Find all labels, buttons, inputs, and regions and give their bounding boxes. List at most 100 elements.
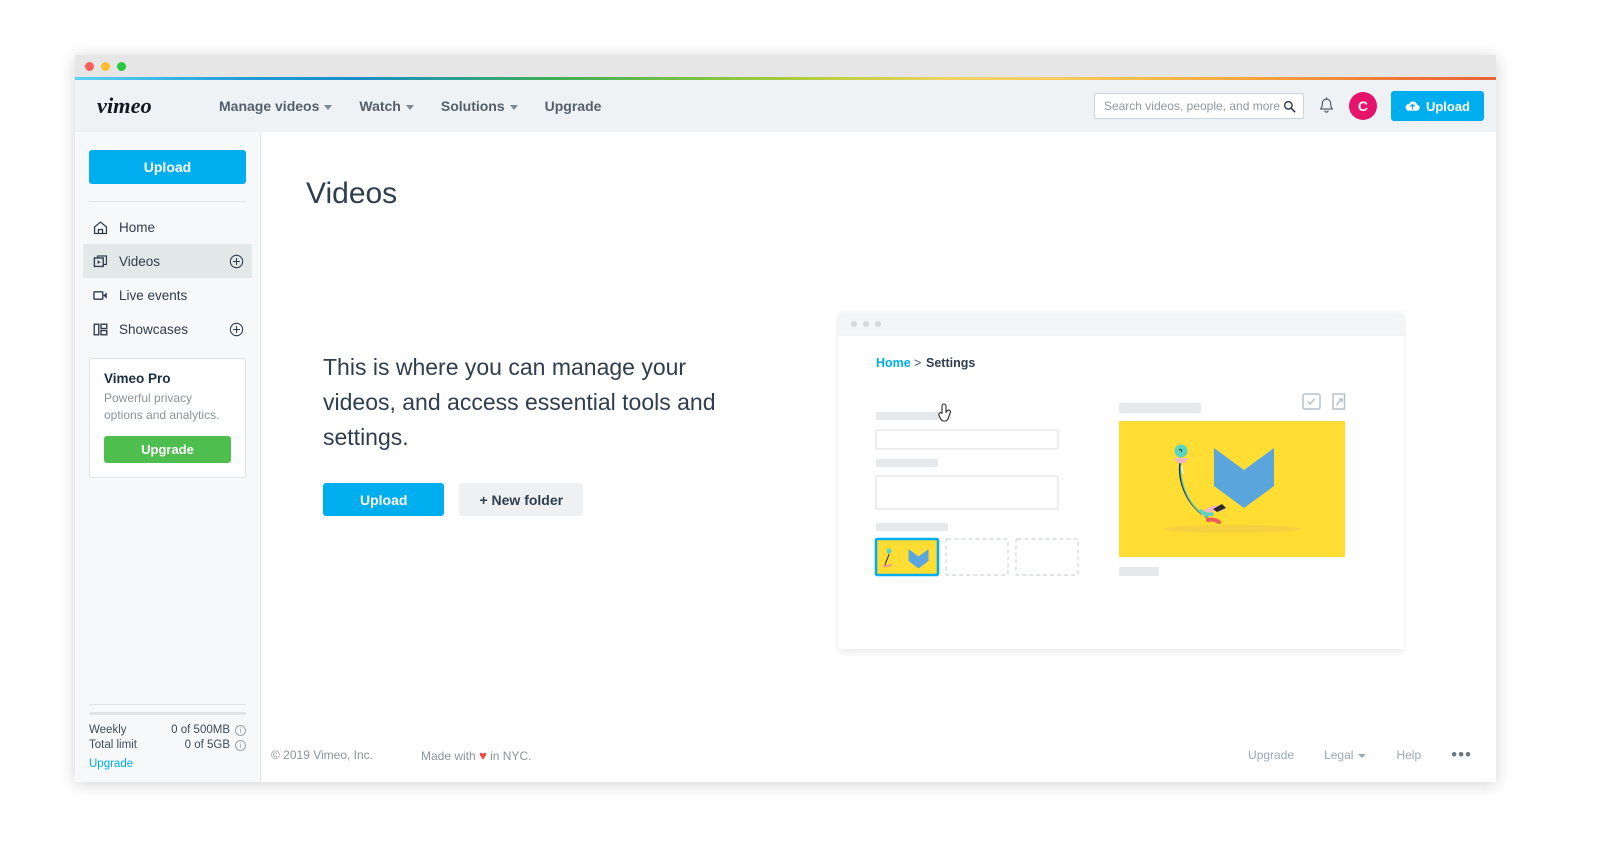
storage-row-weekly: Weekly 0 of 500MB i bbox=[89, 724, 246, 736]
body-container: Upload Home Videos Live events Showcases… bbox=[75, 132, 1496, 782]
illustration-breadcrumb-separator: > bbox=[914, 356, 921, 370]
storage-label: Total limit bbox=[89, 739, 137, 751]
nav-item-watch[interactable]: Watch bbox=[359, 98, 414, 114]
footer: © 2019 Vimeo, Inc. Made with ♥ in NYC. U… bbox=[261, 728, 1496, 782]
add-showcase-icon[interactable] bbox=[229, 322, 244, 337]
browser-window: vimeo Manage videos Watch Solutions Upgr… bbox=[75, 55, 1496, 782]
window-titlebar bbox=[75, 55, 1496, 77]
chevron-down-icon bbox=[509, 104, 518, 110]
panel-label-placeholder bbox=[1119, 403, 1201, 413]
mock-dot bbox=[851, 321, 857, 327]
pro-card-description: Powerful privacy options and analytics. bbox=[104, 391, 220, 423]
sidebar-item-videos[interactable]: Videos bbox=[83, 244, 252, 278]
search-box[interactable] bbox=[1093, 93, 1304, 119]
primary-nav: Manage videos Watch Solutions Upgrade bbox=[219, 98, 601, 114]
sidebar-item-label: Live events bbox=[119, 287, 188, 303]
footer-link-upgrade[interactable]: Upgrade bbox=[1248, 748, 1294, 762]
sidebar: Upload Home Videos Live events Showcases… bbox=[75, 132, 261, 782]
form-label-placeholder bbox=[876, 459, 938, 467]
storage-row-total: Total limit 0 of 5GB i bbox=[89, 739, 246, 751]
form-textarea-placeholder[interactable] bbox=[875, 475, 1059, 510]
nav-label: Upgrade bbox=[544, 98, 602, 114]
footer-link-label: Help bbox=[1396, 748, 1422, 762]
window-close-button[interactable] bbox=[85, 61, 94, 71]
live-events-icon bbox=[93, 290, 107, 300]
storage-value: 0 of 500MB bbox=[171, 724, 230, 736]
home-icon bbox=[93, 220, 108, 234]
nav-item-manage-videos[interactable]: Manage videos bbox=[219, 98, 333, 114]
footer-more-button[interactable]: ••• bbox=[1451, 746, 1472, 763]
footer-link-legal[interactable]: Legal bbox=[1324, 748, 1367, 762]
storage-summary: Weekly 0 of 500MB i Total limit 0 of 5GB… bbox=[89, 704, 246, 782]
chevron-down-icon bbox=[324, 104, 333, 110]
sidebar-divider bbox=[89, 201, 246, 202]
svg-text:vimeo: vimeo bbox=[97, 93, 152, 118]
nav-label: Manage videos bbox=[219, 98, 320, 114]
sidebar-item-live-events[interactable]: Live events bbox=[83, 278, 252, 312]
empty-state-actions: Upload + New folder bbox=[323, 483, 584, 516]
window-zoom-button[interactable] bbox=[117, 61, 126, 71]
nav-label: Solutions bbox=[440, 98, 505, 114]
pro-upgrade-button[interactable]: Upgrade bbox=[104, 435, 231, 463]
nav-item-solutions[interactable]: Solutions bbox=[441, 98, 518, 114]
page-title: Videos bbox=[306, 177, 398, 210]
main-inner: This is where you can manage your videos… bbox=[261, 211, 1496, 728]
sidebar-item-showcases[interactable]: Showcases bbox=[83, 312, 252, 346]
illustration-breadcrumb-current: Settings bbox=[926, 356, 975, 370]
info-icon[interactable]: i bbox=[235, 724, 246, 736]
vimeo-pro-card: Vimeo Pro Powerful privacy options and a… bbox=[89, 358, 246, 478]
pro-card-title: Vimeo Pro bbox=[104, 371, 171, 386]
selected-thumbnail[interactable] bbox=[874, 537, 940, 577]
main-content: Videos This is where you can manage your… bbox=[261, 132, 1496, 782]
cloud-upload-icon bbox=[1405, 101, 1420, 111]
search-icon[interactable] bbox=[1283, 100, 1296, 113]
top-navigation-bar: vimeo Manage videos Watch Solutions Upgr… bbox=[75, 80, 1496, 132]
made-with-prefix: Made with bbox=[421, 748, 476, 763]
form-label-placeholder bbox=[876, 523, 948, 531]
vimeo-logo[interactable]: vimeo bbox=[97, 93, 193, 119]
empty-state-text: This is where you can manage your videos… bbox=[323, 354, 716, 450]
videos-icon bbox=[93, 254, 108, 267]
storage-upgrade-link[interactable]: Upgrade bbox=[89, 758, 133, 770]
sidebar-item-label: Videos bbox=[119, 253, 161, 269]
upload-button-sidebar[interactable]: Upload bbox=[89, 150, 246, 184]
storage-label: Weekly bbox=[89, 724, 127, 736]
search-input[interactable] bbox=[1103, 99, 1283, 113]
chevron-down-icon bbox=[1358, 754, 1367, 758]
nav-item-upgrade[interactable]: Upgrade bbox=[545, 98, 602, 114]
sidebar-item-label: Home bbox=[119, 219, 156, 235]
footer-left: © 2019 Vimeo, Inc. Made with ♥ in NYC. bbox=[271, 748, 531, 763]
chevron-down-icon bbox=[405, 104, 414, 110]
upload-button-main[interactable]: Upload bbox=[323, 483, 445, 516]
avatar-initial: C bbox=[1357, 98, 1368, 114]
footer-right: Upgrade Legal Help ••• bbox=[1248, 746, 1472, 763]
window-minimize-button[interactable] bbox=[101, 61, 110, 71]
footer-link-help[interactable]: Help bbox=[1396, 748, 1421, 762]
footer-link-label: Legal bbox=[1324, 748, 1354, 762]
mock-dot bbox=[863, 321, 869, 327]
footer-copyright: © 2019 Vimeo, Inc. bbox=[271, 748, 374, 762]
info-icon[interactable]: i bbox=[235, 739, 246, 751]
panel-caption-placeholder bbox=[1119, 567, 1159, 576]
form-input-placeholder[interactable] bbox=[875, 429, 1059, 450]
bell-icon[interactable] bbox=[1318, 96, 1335, 116]
storage-divider bbox=[89, 704, 246, 705]
footer-made-with: Made with ♥ in NYC. bbox=[421, 748, 531, 763]
upload-button-header[interactable]: Upload bbox=[1390, 91, 1484, 121]
sidebar-item-home[interactable]: Home bbox=[83, 210, 252, 244]
heart-icon: ♥ bbox=[479, 747, 487, 763]
nav-label: Watch bbox=[359, 98, 401, 114]
storage-value: 0 of 5GB bbox=[184, 739, 230, 751]
add-video-icon[interactable] bbox=[229, 254, 244, 269]
mock-dot bbox=[875, 321, 881, 327]
showcases-icon bbox=[93, 323, 108, 335]
new-folder-button[interactable]: + New folder bbox=[459, 483, 584, 516]
onboarding-illustration: Home > Settings bbox=[838, 313, 1404, 649]
illustration-breadcrumb-home: Home bbox=[876, 356, 911, 370]
made-with-suffix: in NYC. bbox=[490, 748, 532, 763]
upload-button-label: Upload bbox=[1425, 98, 1470, 114]
avatar[interactable]: C bbox=[1348, 92, 1377, 120]
footer-link-label: Upgrade bbox=[1248, 748, 1295, 762]
sidebar-item-label: Showcases bbox=[119, 321, 189, 337]
storage-progress-bar bbox=[89, 712, 246, 715]
